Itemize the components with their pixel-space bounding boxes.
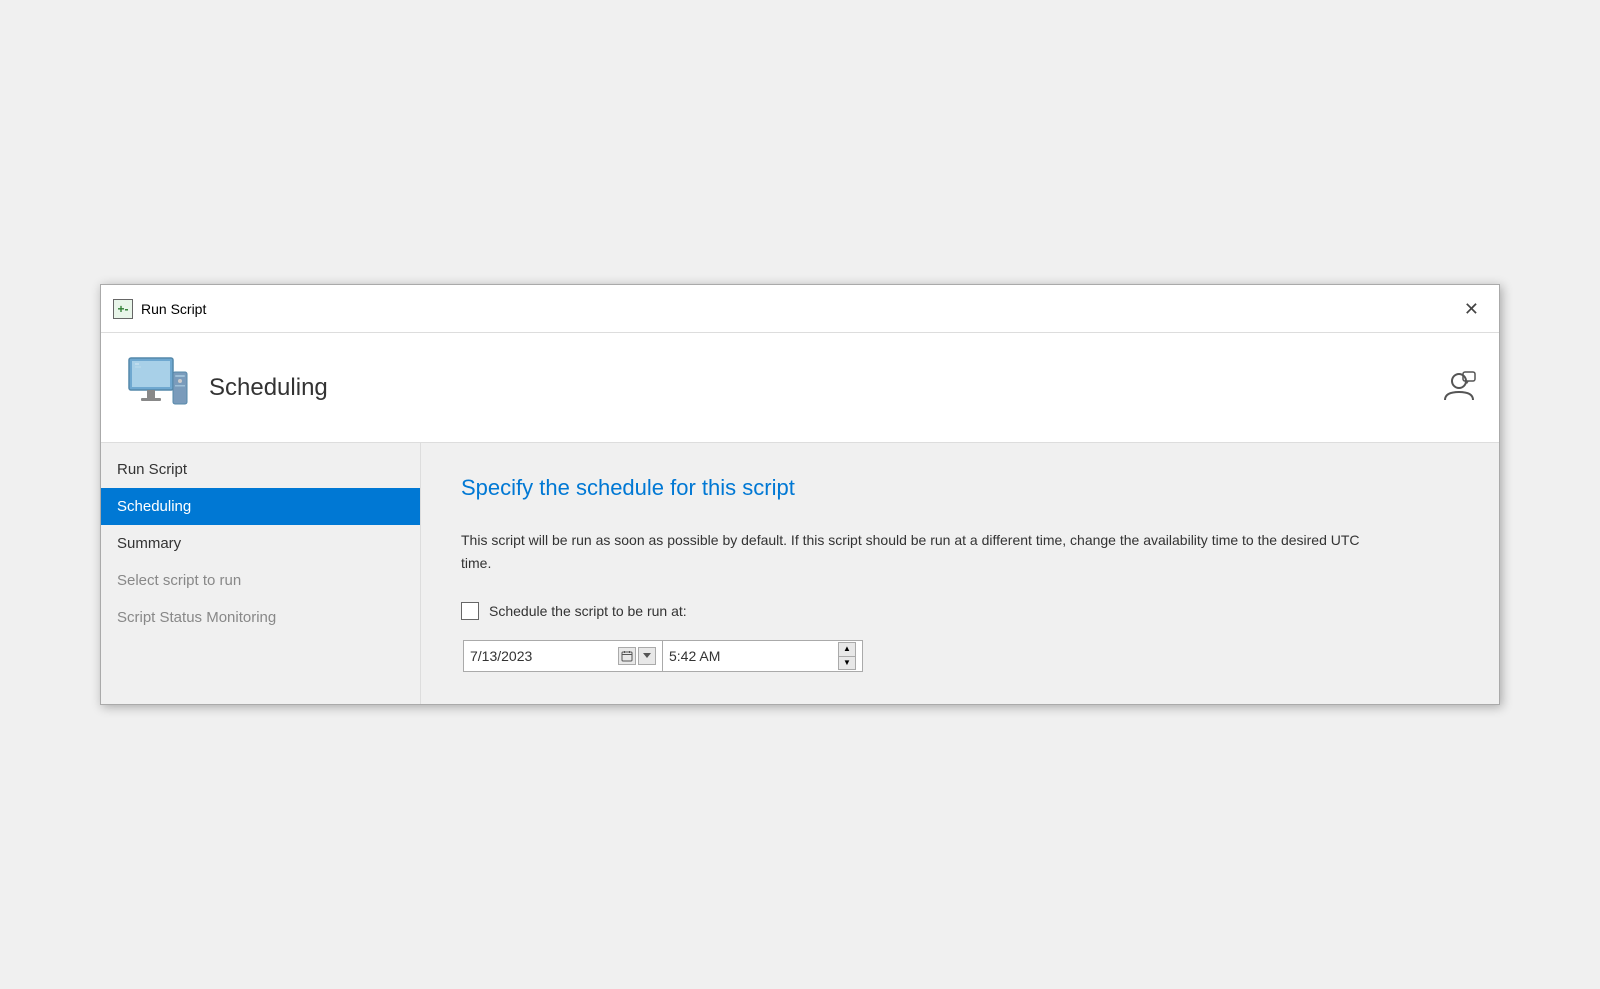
title-bar: +- Run Script ✕	[101, 285, 1499, 333]
time-down-button[interactable]: ▼	[838, 656, 856, 670]
datetime-row: 7/13/2023	[463, 640, 1459, 672]
run-script-title-icon: +-	[113, 299, 133, 319]
checkbox-label: Schedule the script to be run at:	[489, 603, 687, 619]
date-dropdown-button[interactable]	[638, 647, 656, 665]
user-icon	[1439, 368, 1479, 408]
description-text: This script will be run as soon as possi…	[461, 529, 1361, 574]
time-input[interactable]: 5:42 AM ▲ ▼	[663, 640, 863, 672]
title-bar-left: +- Run Script	[113, 299, 206, 319]
sidebar: Run Script Scheduling Summary Select scr…	[101, 443, 421, 704]
time-up-button[interactable]: ▲	[838, 642, 856, 656]
sidebar-item-select-script: Select script to run	[101, 562, 420, 599]
header-area: Scheduling	[101, 333, 1499, 443]
content-panel: Specify the schedule for this script Thi…	[421, 443, 1499, 704]
computer-icon	[121, 352, 193, 424]
run-script-dialog: +- Run Script ✕	[100, 284, 1500, 705]
main-content: Run Script Scheduling Summary Select scr…	[101, 443, 1499, 704]
checkbox-row: Schedule the script to be run at:	[461, 602, 1459, 620]
content-heading: Specify the schedule for this script	[461, 475, 1459, 501]
close-button[interactable]: ✕	[1456, 296, 1487, 322]
sidebar-item-scheduling[interactable]: Scheduling	[101, 488, 420, 525]
time-value: 5:42 AM	[669, 648, 720, 664]
time-spinner: ▲ ▼	[838, 642, 856, 670]
schedule-checkbox[interactable]	[461, 602, 479, 620]
date-input[interactable]: 7/13/2023	[463, 640, 663, 672]
sidebar-item-script-status: Script Status Monitoring	[101, 599, 420, 636]
sidebar-item-run-script[interactable]: Run Script	[101, 451, 420, 488]
dialog-title: Run Script	[141, 301, 206, 317]
calendar-button[interactable]	[618, 647, 636, 665]
date-value: 7/13/2023	[470, 648, 532, 664]
header-left: Scheduling	[121, 352, 328, 424]
header-title: Scheduling	[209, 374, 328, 402]
date-input-controls	[618, 647, 656, 665]
sidebar-item-summary[interactable]: Summary	[101, 525, 420, 562]
